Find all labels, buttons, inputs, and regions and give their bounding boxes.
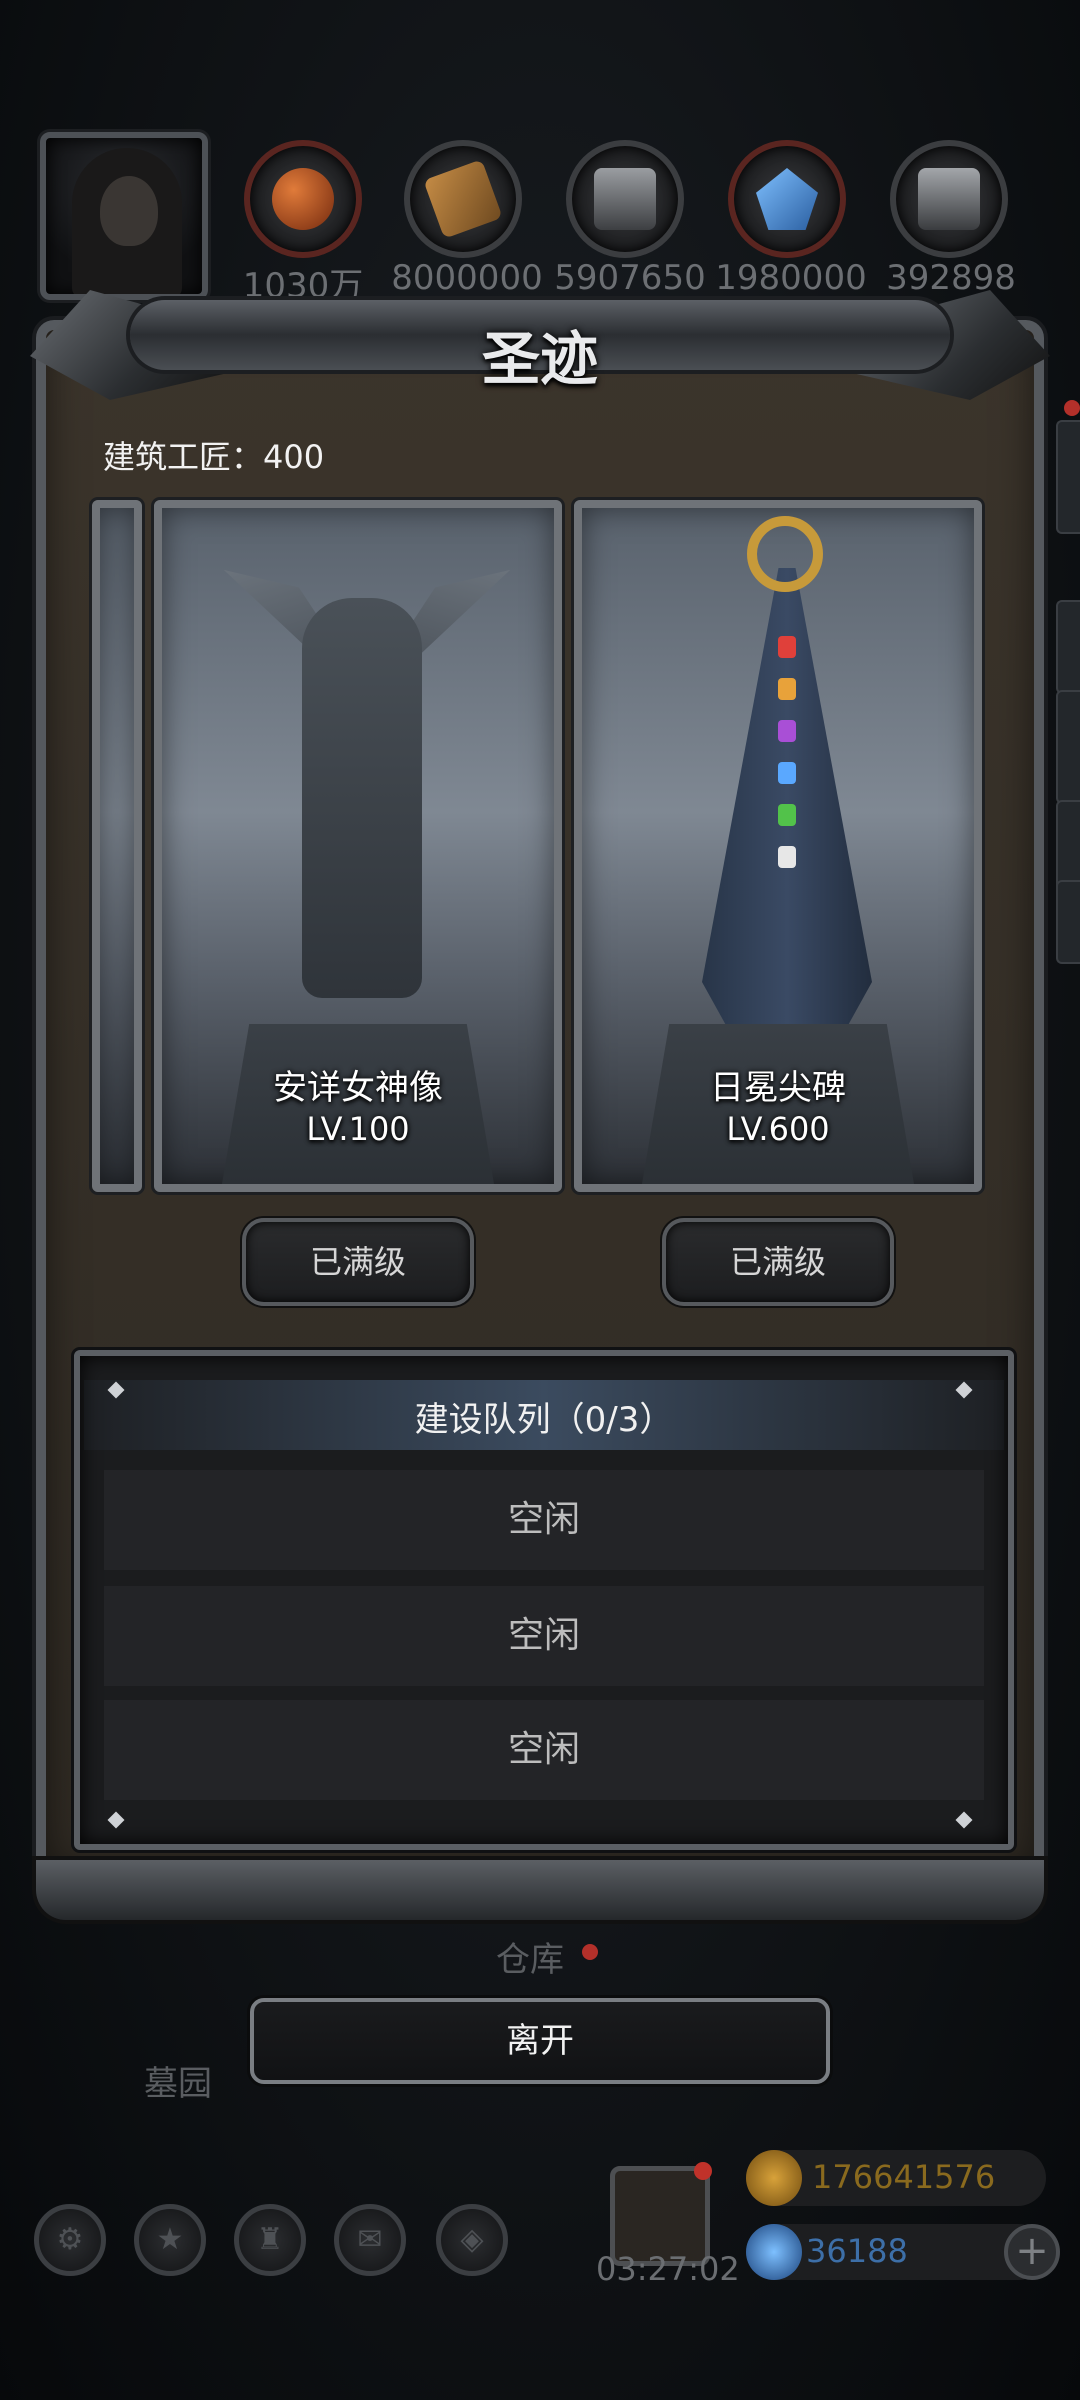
max-level-button[interactable]: 已满级 <box>242 1218 474 1306</box>
iron-icon <box>918 168 980 230</box>
crystal-resource-icon[interactable] <box>728 140 846 258</box>
building-level: LV.100 <box>306 1110 410 1148</box>
crystal-value: 1980000 <box>715 258 867 298</box>
side-tab[interactable] <box>1056 420 1080 534</box>
side-tab[interactable] <box>1056 690 1080 804</box>
side-tab[interactable] <box>1056 600 1080 694</box>
notification-dot <box>1064 400 1080 416</box>
notification-dot <box>694 2162 712 2180</box>
gem-orange <box>778 678 796 700</box>
stone-icon <box>594 168 656 230</box>
crystal-icon <box>756 168 818 230</box>
max-level-button[interactable]: 已满级 <box>662 1218 894 1306</box>
gem-icon <box>746 2224 802 2280</box>
queue-slot[interactable]: 空闲 <box>104 1470 984 1570</box>
wood-value: 8000000 <box>391 258 543 298</box>
side-tab[interactable] <box>1056 880 1080 964</box>
builders-count: 建筑工匠：400 <box>103 438 325 476</box>
queue-title: 建设队列（0/3） <box>414 1400 674 1440</box>
mail-button[interactable]: ✉ <box>334 2204 406 2276</box>
gold-value: 176641576 <box>812 2158 996 2196</box>
gem-green <box>778 804 796 826</box>
gem-white <box>778 846 796 868</box>
avatar-face <box>100 176 158 246</box>
meat-icon <box>272 168 334 230</box>
queue-slot[interactable]: 空闲 <box>104 1586 984 1686</box>
gold-icon <box>746 2150 802 2206</box>
gem-purple <box>778 720 796 742</box>
building-card-corona-obelisk[interactable]: 日冕尖碑 LV.600 <box>574 500 982 1192</box>
wood-icon <box>423 159 503 239</box>
settings-button[interactable]: ⚙ <box>34 2204 106 2276</box>
notification-dot <box>582 1944 598 1960</box>
meat-resource-icon[interactable] <box>244 140 362 258</box>
add-currency-button[interactable]: + <box>1004 2224 1060 2280</box>
building-name: 日冕尖碑 <box>710 1068 846 1108</box>
guild-button[interactable]: ♜ <box>234 2204 306 2276</box>
building-card-partial[interactable] <box>92 500 142 1192</box>
building-name: 安详女神像 <box>273 1068 443 1108</box>
mail-icon: ✉ <box>357 2222 383 2257</box>
player-avatar[interactable] <box>40 132 208 300</box>
leave-button[interactable]: 离开 <box>250 1998 830 2084</box>
panel-title: 圣迹 <box>481 325 598 393</box>
shop-button[interactable]: ◈ <box>436 2204 508 2276</box>
gem-blue <box>778 762 796 784</box>
gem-red <box>778 636 796 658</box>
panel-bottom-frame <box>36 1860 1044 1920</box>
goddess-statue-image <box>302 598 422 998</box>
iron-value: 392898 <box>886 258 1016 298</box>
gift-timer: 03:27:02 <box>596 2250 740 2288</box>
building-level: LV.600 <box>726 1110 830 1148</box>
stone-resource-icon[interactable] <box>566 140 684 258</box>
sun-ring-ornament <box>747 516 823 592</box>
star-icon: ★ <box>156 2222 184 2257</box>
gem-value: 36188 <box>806 2232 908 2270</box>
wood-resource-icon[interactable] <box>404 140 522 258</box>
cube-icon: ◈ <box>460 2222 484 2257</box>
guild-icon: ♜ <box>256 2222 284 2257</box>
gear-icon: ⚙ <box>56 2222 84 2257</box>
building-card-goddess-statue[interactable]: 安详女神像 LV.100 <box>154 500 562 1192</box>
iron-resource-icon[interactable] <box>890 140 1008 258</box>
cemetery-label: 墓园 <box>144 2064 212 2104</box>
stone-value: 5907650 <box>554 258 706 298</box>
warehouse-label: 仓库 <box>496 1940 564 1980</box>
queue-slot[interactable]: 空闲 <box>104 1700 984 1800</box>
achievement-button[interactable]: ★ <box>134 2204 206 2276</box>
